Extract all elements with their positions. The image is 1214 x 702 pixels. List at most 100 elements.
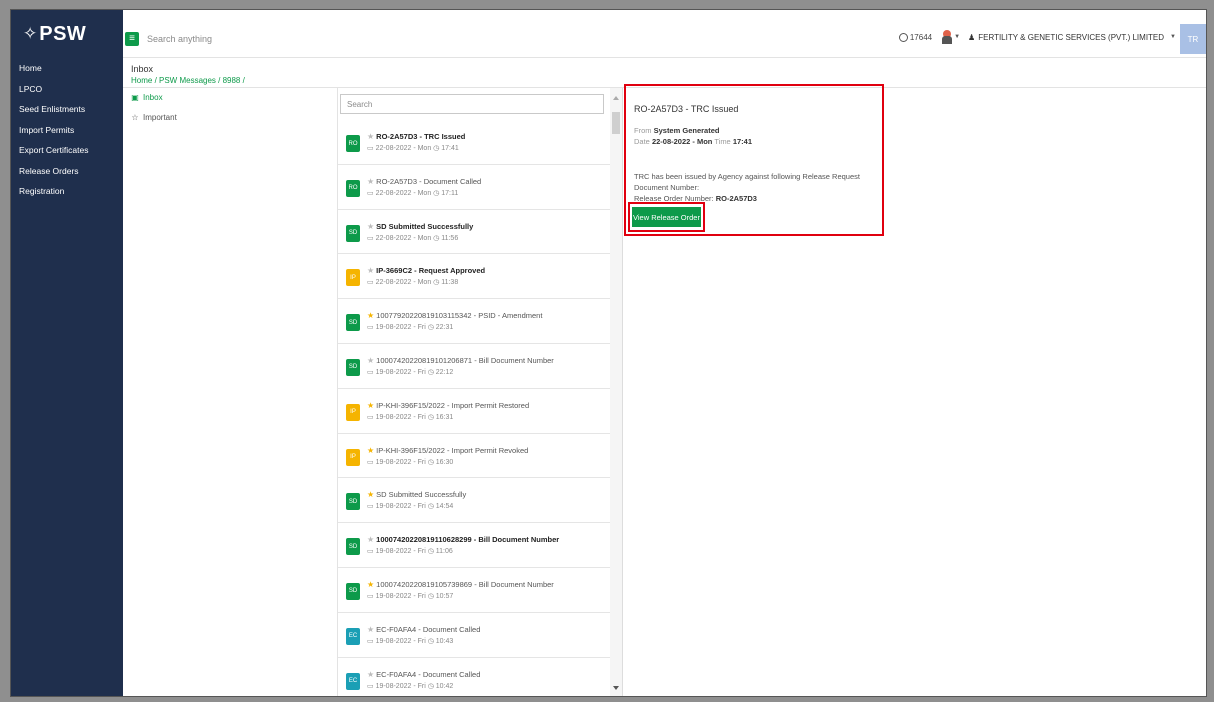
notification-button[interactable]: ▼: [942, 30, 960, 44]
clock-icon: ◷: [425, 637, 436, 645]
scroll-thumb[interactable]: [612, 112, 620, 134]
sidebar-item-lpco[interactable]: LPCO: [11, 79, 123, 100]
clock-icon: ◷: [431, 279, 442, 287]
message-subject-text: IP-3669C2 - Request Approved: [376, 266, 486, 276]
star-icon[interactable]: ★: [367, 401, 374, 410]
message-subject-text: 10007420220819105739869 - Bill Document …: [376, 579, 554, 589]
folder-label: Inbox: [143, 93, 163, 102]
message-subject: ★ EC-F0AFA4 - Document Called: [367, 625, 480, 634]
sidebar-item-release-orders[interactable]: Release Orders: [11, 161, 123, 182]
message-time: 22:31: [435, 324, 454, 332]
message-subject: ★ EC-F0AFA4 - Document Called: [367, 670, 480, 679]
message-type-badge: SD: [346, 224, 360, 242]
clock-icon: ◷: [425, 458, 436, 466]
message-time: 17:11: [441, 189, 459, 197]
message-list-scrollbar[interactable]: [610, 88, 622, 696]
list-item[interactable]: IP ★ IP-KHI-396F15/2022 - Import Permit Re…: [338, 434, 611, 479]
message-time: 17:41: [441, 145, 459, 152]
message-datetime: ▭ 19-08-2022 - Fri ◷ 10:43: [367, 637, 453, 645]
clock-icon: ◷: [425, 592, 436, 600]
star-icon[interactable]: ★: [367, 490, 374, 499]
sidebar-item-export-certificates[interactable]: Export Certificates: [11, 140, 123, 161]
message-datetime: ▭ 19-08-2022 - Fri ◷ 11:06: [367, 547, 453, 555]
list-item[interactable]: IP ★ IP-KHI-396F15/2022 - Import Permit Re…: [338, 389, 611, 434]
message-date: 19-08-2022 - Fri: [375, 324, 426, 332]
calendar-icon: ▭: [367, 368, 376, 376]
message-datetime: ▭ 22-08-2022 - Mon ◷ 17:41: [367, 144, 459, 152]
list-item[interactable]: SD ★ 10007420220819110628299 - Bill Docume…: [338, 523, 611, 568]
brand-name: PSW: [39, 22, 87, 45]
star-icon[interactable]: ★: [367, 311, 374, 320]
list-item[interactable]: IP ★ IP-3669C2 - Request Approved ▭ 22-08-2…: [338, 254, 611, 300]
message-datetime: ▭ 22-08-2022 - Mon ◷ 11:56: [367, 234, 458, 242]
from-label: From: [634, 126, 652, 135]
message-list: RO★RO-2A57D3 - TRC Issued▭ 22-08-2022 - …: [338, 88, 623, 696]
counter-icon: [898, 32, 908, 42]
message-type-badge: IP: [346, 403, 360, 421]
star-icon[interactable]: ★: [367, 535, 374, 544]
list-item[interactable]: RO ★ RO-2A57D3 - TRC Issued ▭ 22-08-2022 - …: [338, 120, 611, 165]
star-icon[interactable]: ★: [367, 625, 374, 634]
message-datetime: ▭ 19-08-2022 - Fri ◷ 10:42: [367, 682, 453, 690]
clock-icon: ◷: [431, 145, 442, 152]
list-item[interactable]: SD ★ SD Submitted Successfully ▭ 19-08-2022…: [338, 478, 611, 524]
folder-pane: ▣ Inbox ☆ Important: [123, 88, 338, 696]
star-icon[interactable]: ★: [367, 580, 374, 589]
global-search-input[interactable]: [147, 32, 347, 46]
date-value: 22-08-2022 - Mon: [651, 137, 713, 146]
message-date: 19-08-2022 - Fri: [375, 592, 426, 600]
message-time: 11:06: [435, 548, 453, 556]
message-date: 19-08-2022 - Fri: [375, 637, 426, 645]
folder-inbox[interactable]: ▣ Inbox: [123, 88, 337, 108]
message-date: 19-08-2022 - Fri: [375, 458, 426, 466]
scroll-up-icon[interactable]: [613, 96, 619, 100]
star-icon[interactable]: ★: [367, 266, 374, 275]
message-subject: ★ IP-KHI-396F15/2022 - Import Permit Revo…: [367, 446, 528, 455]
psw-logo[interactable]: ✧ PSW: [11, 10, 123, 58]
calendar-icon: ▭: [367, 458, 376, 466]
sidebar-item-seed-enlistments[interactable]: Seed Enlistments: [11, 99, 123, 120]
clock-icon: ◷: [425, 324, 436, 332]
star-icon[interactable]: ★: [367, 356, 374, 365]
scroll-down-icon[interactable]: [613, 686, 619, 690]
hamburger-menu-icon[interactable]: ≡: [125, 32, 139, 46]
message-subject-text: RO-2A57D3 - TRC Issued: [376, 132, 466, 141]
sidebar-item-home[interactable]: Home: [11, 58, 123, 79]
list-item[interactable]: SD ★ 1007792022081910311534​2 - PSID - Ame…: [338, 299, 611, 344]
message-time: 10:57: [435, 592, 454, 600]
message-time: 22:12: [435, 368, 454, 376]
star-icon[interactable]: ★: [367, 670, 374, 679]
calendar-icon: ▭: [367, 413, 376, 421]
user-icon: ♟: [968, 32, 976, 42]
message-subject-text: IP-KHI-396F15/2022 - Import Permit Revok…: [376, 445, 529, 455]
list-item[interactable]: SD ★ 10007420220819101206871 - Bill Docume…: [338, 344, 611, 389]
star-icon[interactable]: ★: [367, 222, 374, 231]
list-item[interactable]: RO ★ RO-2A57D3 - Document Called ▭ 22-08-20…: [338, 165, 611, 210]
star-icon[interactable]: ★: [367, 446, 374, 455]
message-type-badge: SD: [346, 493, 360, 511]
psw-logo-icon: ✧: [23, 24, 38, 43]
list-item[interactable]: SD ★ 10007420220819105739869 - Bill Docume…: [338, 568, 611, 613]
list-item[interactable]: SD ★ SD Submitted Successfully ▭ 22-08-2022…: [338, 210, 611, 255]
calendar-icon: ▭: [367, 279, 376, 287]
inbox-icon: ▣: [131, 93, 139, 102]
message-from: From System Generated: [634, 126, 719, 135]
clock-icon: ◷: [425, 503, 436, 511]
folder-label: Important: [143, 113, 177, 122]
star-icon[interactable]: ★: [367, 177, 374, 186]
star-icon[interactable]: ★: [367, 132, 374, 141]
breadcrumb-path[interactable]: Home / PSW Messages / 8988 /: [131, 76, 245, 85]
view-release-order-button[interactable]: View Release Order: [632, 207, 701, 227]
message-subject-text: EC-F0AFA4 - Document Called: [376, 669, 481, 679]
sidebar-item-import-permits[interactable]: Import Permits: [11, 120, 123, 141]
avatar[interactable]: TR: [1180, 24, 1206, 54]
sidebar: Home LPCO Seed Enlistments Import Permit…: [11, 58, 123, 696]
company-dropdown[interactable]: FERTILITY & GENETIC SERVICES (PVT.) LIMI…: [978, 33, 1164, 42]
message-search-input[interactable]: [340, 94, 604, 114]
message-date: 22-08-2022 - Mon: [375, 189, 432, 197]
message-subject: ★ 10007420220819110628299 - Bill Document…: [367, 535, 559, 544]
sidebar-item-registration[interactable]: Registration: [11, 181, 123, 202]
folder-important[interactable]: ☆ Important: [123, 108, 337, 128]
list-item[interactable]: EC ★ EC-F0AFA4 - Document Called ▭ 19-08-20…: [338, 613, 611, 658]
list-item[interactable]: EC ★ EC-F0AFA4 - Document Called ▭ 19-08-20…: [338, 658, 611, 696]
